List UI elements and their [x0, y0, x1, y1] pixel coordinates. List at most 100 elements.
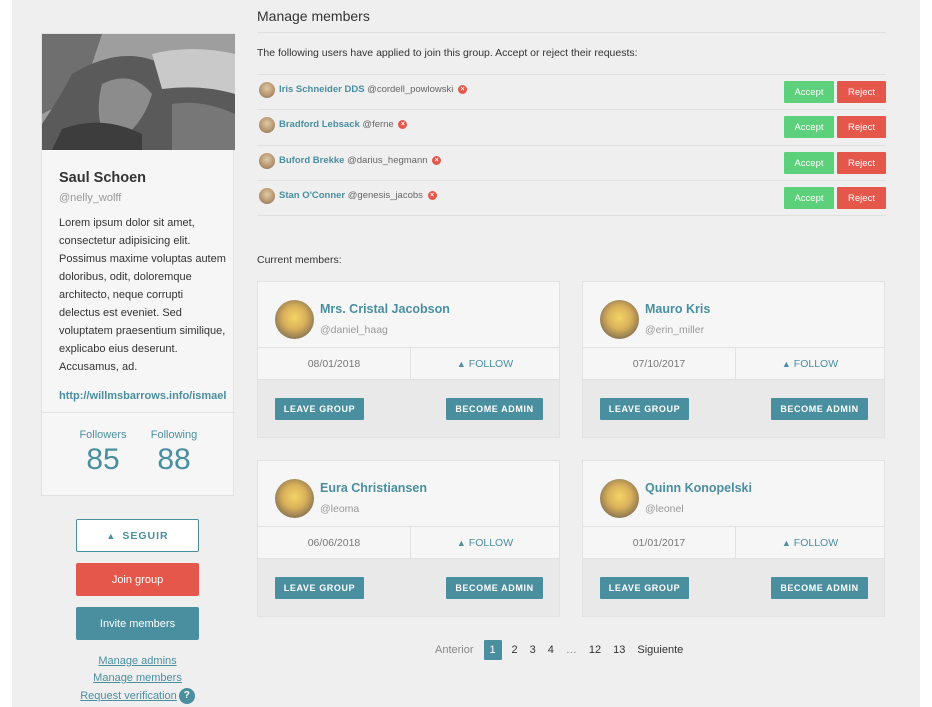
avatar [259, 188, 275, 204]
follow-label: FOLLOW [468, 357, 514, 370]
member-handle: @erin_miller [645, 324, 705, 336]
avatar[interactable] [275, 300, 314, 339]
become-admin-button[interactable]: BECOME ADMIN [771, 398, 868, 420]
follow-member-button[interactable]: ▲ FOLLOW [736, 527, 884, 558]
member-handle: @leonel [645, 503, 684, 515]
pagination-next[interactable]: Siguiente [631, 640, 689, 660]
request-verification-row: Request verification? [60, 688, 215, 704]
request-handle: @cordell_powlowski [367, 84, 454, 95]
pagination-page[interactable]: 3 [524, 640, 542, 660]
follow-member-button[interactable]: ▲ FOLLOW [411, 348, 559, 379]
profile-website-link[interactable]: http://willmsbarrows.info/ismael [59, 390, 226, 402]
request-text: Bradford Lebsack @ferne × [279, 119, 408, 130]
request-handle: @ferne [362, 119, 394, 130]
avatar [259, 82, 275, 98]
divider [257, 32, 886, 33]
leave-group-button[interactable]: LEAVE GROUP [275, 577, 364, 599]
member-name[interactable]: Mauro Kris [645, 302, 710, 316]
member-meta-row: 07/10/2017 ▲ FOLLOW [583, 347, 884, 380]
request-handle: @genesis_jacobs [347, 190, 423, 201]
request-name[interactable]: Bradford Lebsack [279, 119, 360, 130]
pagination-page[interactable]: 4 [542, 640, 560, 660]
member-actions: LEAVE GROUP BECOME ADMIN [583, 380, 884, 437]
member-handle: @leoma [320, 503, 360, 515]
avatar [259, 153, 275, 169]
member-actions: LEAVE GROUP BECOME ADMIN [258, 380, 559, 437]
reject-button[interactable]: Reject [837, 81, 886, 103]
pagination-page[interactable]: 2 [506, 640, 524, 660]
avatar[interactable] [600, 479, 639, 518]
become-admin-button[interactable]: BECOME ADMIN [771, 577, 868, 599]
reject-button[interactable]: Reject [837, 152, 886, 174]
accept-button[interactable]: Accept [784, 116, 834, 138]
request-verification-link[interactable]: Request verification [80, 690, 177, 702]
bell-icon: ▲ [106, 530, 117, 541]
avatar[interactable] [600, 300, 639, 339]
following-label: Following [150, 429, 198, 441]
reject-button[interactable]: Reject [837, 187, 886, 209]
member-card: Mrs. Cristal Jacobson @daniel_haag 08/01… [257, 281, 560, 438]
join-group-button[interactable]: Join group [76, 563, 199, 596]
followers-label: Followers [79, 429, 127, 441]
follow-label: FOLLOW [793, 536, 839, 549]
bell-icon: ▲ [781, 358, 791, 369]
bell-icon: ▲ [456, 537, 466, 548]
become-admin-button[interactable]: BECOME ADMIN [446, 398, 543, 420]
request-handle: @darius_hegmann [347, 155, 428, 166]
pagination-page[interactable]: 13 [607, 640, 631, 660]
page-title: Manage members [257, 8, 370, 24]
member-handle: @daniel_haag [320, 324, 388, 336]
request-name[interactable]: Buford Brekke [279, 155, 344, 166]
become-admin-button[interactable]: BECOME ADMIN [446, 577, 543, 599]
accept-button[interactable]: Accept [784, 152, 834, 174]
request-row: Iris Schneider DDS @cordell_powlowski × … [257, 74, 886, 109]
accept-button[interactable]: Accept [784, 81, 834, 103]
member-actions: LEAVE GROUP BECOME ADMIN [258, 559, 559, 616]
follow-label: FOLLOW [468, 536, 514, 549]
accept-button[interactable]: Accept [784, 187, 834, 209]
member-name[interactable]: Mrs. Cristal Jacobson [320, 302, 450, 316]
avatar [259, 117, 275, 133]
leave-group-button[interactable]: LEAVE GROUP [600, 398, 689, 420]
pagination: Anterior 1 2 3 4 … 12 13 Siguiente [429, 640, 689, 660]
member-name[interactable]: Quinn Konopelski [645, 481, 752, 495]
following-stat[interactable]: Following 88 [146, 429, 202, 477]
help-icon[interactable]: ? [178, 688, 195, 704]
remove-icon[interactable]: × [427, 190, 437, 200]
pagination-page[interactable]: 1 [483, 640, 502, 660]
member-card: Mauro Kris @erin_miller 07/10/2017 ▲ FOL… [582, 281, 885, 438]
request-row: Stan O'Conner @genesis_jacobs × Accept R… [257, 180, 886, 215]
member-join-date: 08/01/2018 [258, 348, 411, 379]
request-text: Stan O'Conner @genesis_jacobs × [279, 190, 437, 201]
request-text: Buford Brekke @darius_hegmann × [279, 155, 442, 166]
follow-group-label: SEGUIR [122, 529, 169, 542]
request-row: Bradford Lebsack @ferne × Accept Reject [257, 109, 886, 144]
pagination-page[interactable]: 12 [583, 640, 607, 660]
leave-group-button[interactable]: LEAVE GROUP [600, 577, 689, 599]
reject-button[interactable]: Reject [837, 116, 886, 138]
follow-member-button[interactable]: ▲ FOLLOW [736, 348, 884, 379]
pagination-ellipsis: … [565, 644, 577, 656]
member-join-date: 01/01/2017 [583, 527, 736, 558]
invite-members-button[interactable]: Invite members [76, 607, 199, 640]
remove-icon[interactable]: × [458, 84, 468, 94]
follow-group-button[interactable]: ▲ SEGUIR [76, 519, 199, 552]
remove-icon[interactable]: × [432, 155, 442, 165]
manage-members-link[interactable]: Manage members [60, 672, 215, 684]
member-name[interactable]: Eura Christiansen [320, 481, 427, 495]
request-name[interactable]: Stan O'Conner [279, 190, 345, 201]
member-actions: LEAVE GROUP BECOME ADMIN [583, 559, 884, 616]
manage-admins-link[interactable]: Manage admins [60, 655, 215, 667]
profile-card: Saul Schoen @nelly_wolff Lorem ipsum dol… [41, 33, 235, 496]
profile-name: Saul Schoen [59, 170, 147, 186]
profile-handle: @nelly_wolff [59, 192, 122, 204]
request-name[interactable]: Iris Schneider DDS [279, 84, 365, 95]
member-meta-row: 08/01/2018 ▲ FOLLOW [258, 347, 559, 380]
leave-group-button[interactable]: LEAVE GROUP [275, 398, 364, 420]
remove-icon[interactable]: × [398, 119, 408, 129]
follow-label: FOLLOW [793, 357, 839, 370]
followers-stat[interactable]: Followers 85 [78, 429, 128, 477]
follow-member-button[interactable]: ▲ FOLLOW [411, 527, 559, 558]
pagination-prev[interactable]: Anterior [429, 640, 484, 660]
avatar[interactable] [275, 479, 314, 518]
